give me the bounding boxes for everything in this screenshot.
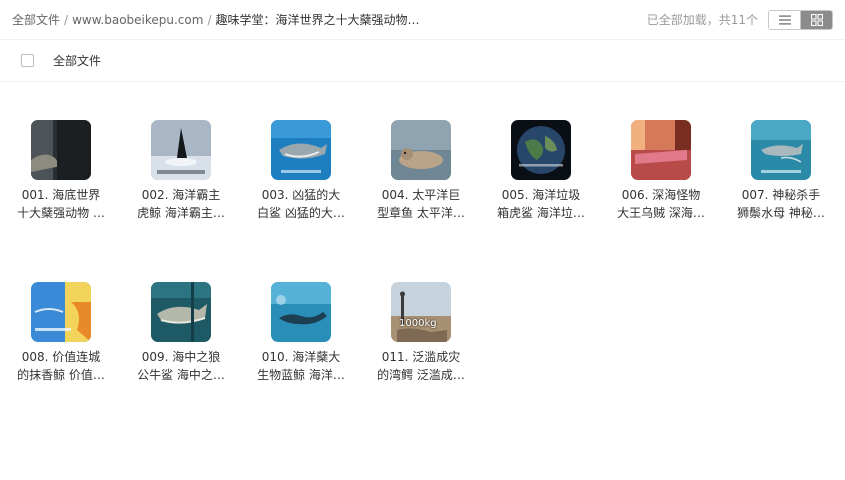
breadcrumb-current: 趣味学堂：海洋世界之十大蘖强动物《... xyxy=(215,13,431,27)
video-thumbnail xyxy=(751,120,811,180)
video-thumbnail xyxy=(631,120,691,180)
file-item[interactable]: 001. 海底世界十大蘖强动物 海底世界十大蘖强动物 xyxy=(1,120,121,282)
breadcrumb-root[interactable]: 全部文件 xyxy=(12,11,60,28)
video-thumbnail: 1000kg xyxy=(391,282,451,342)
list-view-icon xyxy=(778,15,791,24)
file-item[interactable]: 004. 太平洋巨型章鱼 太平洋巨型章鱼 xyxy=(361,120,481,282)
breadcrumb-separator: / xyxy=(207,12,212,27)
video-thumbnail xyxy=(151,282,211,342)
video-thumbnail xyxy=(511,120,571,180)
file-item[interactable]: 1000kg 011. 泛滥成灾的湾鳄 泛滥成灾的湾鳄 xyxy=(361,282,481,444)
file-name: 006. 深海怪物大王乌贼 深海怪物大王乌贼 xyxy=(617,188,705,220)
file-item[interactable]: 009. 海中之狼公牛鲨 海中之狼公牛鲨 xyxy=(121,282,241,444)
all-files-label: 全部文件 xyxy=(53,54,102,68)
video-thumbnail xyxy=(31,282,91,342)
breadcrumb-separator: / xyxy=(64,12,69,27)
file-name: 004. 太平洋巨型章鱼 太平洋巨型章鱼 xyxy=(377,188,465,220)
file-item[interactable]: 003. 凶猛的大白鲨 凶猛的大白鲨 xyxy=(241,120,361,282)
thumbnail-caption: 1000kg xyxy=(399,318,437,329)
list-view-button[interactable] xyxy=(769,10,800,29)
file-name: 008. 价值连城的抹香鲸 价值连城的抹香鲸 xyxy=(17,350,105,382)
grid-view-icon xyxy=(810,13,823,26)
file-name: 007. 神秘杀手狮鬃水母 神秘杀手狮鬃水母 xyxy=(737,188,825,220)
view-toggle xyxy=(768,9,833,30)
file-item[interactable]: 010. 海洋蘖大生物蓝鲸 海洋蘖大生物蓝鲸 xyxy=(241,282,361,444)
file-name: 002. 海洋霸主虎鲸 海洋霸主虎鲸 xyxy=(137,188,225,220)
video-thumbnail xyxy=(31,120,91,180)
top-bar: 全部文件 / www.baobeikepu.com / 趣味学堂：海洋世界之十大… xyxy=(0,0,845,40)
right-tools: 已全部加载，共11个 xyxy=(646,9,833,30)
video-thumbnail xyxy=(151,120,211,180)
file-item[interactable]: 006. 深海怪物大王乌贼 深海怪物大王乌贼 xyxy=(601,120,721,282)
video-thumbnail xyxy=(271,120,331,180)
breadcrumb-site[interactable]: www.baobeikepu.com xyxy=(72,13,203,27)
file-item[interactable]: 005. 海洋垃圾箱虎鲨 海洋垃圾箱虎鲨 xyxy=(481,120,601,282)
breadcrumb: 全部文件 / www.baobeikepu.com / 趣味学堂：海洋世界之十大… xyxy=(12,11,430,28)
file-item[interactable]: 002. 海洋霸主虎鲸 海洋霸主虎鲸 xyxy=(121,120,241,282)
file-name: 011. 泛滥成灾的湾鳄 泛滥成灾的湾鳄 xyxy=(377,350,465,382)
load-status: 已全部加载，共11个 xyxy=(646,13,758,27)
file-item[interactable]: 007. 神秘杀手狮鬃水母 神秘杀手狮鬃水母 xyxy=(721,120,841,282)
file-name: 003. 凶猛的大白鲨 凶猛的大白鲨 xyxy=(257,188,345,220)
file-name: 009. 海中之狼公牛鲨 海中之狼公牛鲨 xyxy=(137,350,225,382)
list-header: 全部文件 xyxy=(0,40,845,82)
select-all-checkbox[interactable] xyxy=(21,54,34,67)
file-name: 005. 海洋垃圾箱虎鲨 海洋垃圾箱虎鲨 xyxy=(497,188,585,220)
video-thumbnail xyxy=(391,120,451,180)
file-name: 001. 海底世界十大蘖强动物 海底世界十大蘖强动物 xyxy=(17,188,105,220)
file-name: 010. 海洋蘖大生物蓝鲸 海洋蘖大生物蓝鲸 xyxy=(257,350,345,382)
grid-view-button[interactable] xyxy=(800,10,832,29)
file-item[interactable]: 008. 价值连城的抹香鲸 价值连城的抹香鲸 xyxy=(1,282,121,444)
file-grid: 001. 海底世界十大蘖强动物 海底世界十大蘖强动物 002. 海洋霸主虎鲸 海… xyxy=(0,82,845,444)
video-thumbnail xyxy=(271,282,331,342)
